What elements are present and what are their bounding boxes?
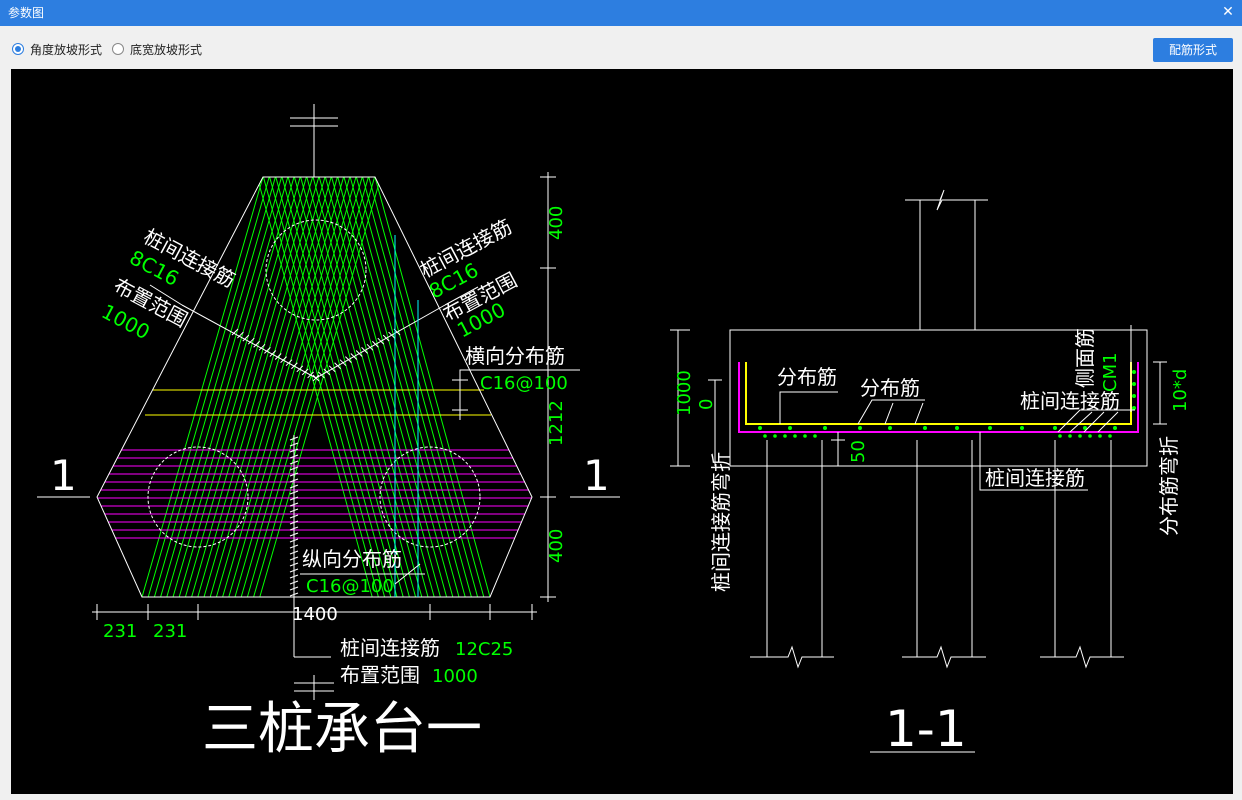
window-title: 参数图 [8, 6, 45, 20]
plan-title: 三桩承台一 [202, 697, 482, 762]
toolbar: 角度放坡形式 底宽放坡形式 配筋形式 [0, 26, 1242, 70]
rebar-dot [858, 426, 862, 430]
rebar-line [203, 177, 326, 597]
rebar-dot [1132, 406, 1136, 410]
rebar-line [331, 177, 448, 597]
rebar-line [324, 177, 441, 597]
rebar-line [222, 177, 345, 597]
close-icon[interactable]: ✕ [1220, 3, 1236, 21]
section-pile-link-label-2: 桩间连接筋 [985, 466, 1085, 490]
section-title: 1-1 [885, 700, 967, 758]
bottom-rebar-spec: 12C25 [455, 639, 513, 660]
rebar-dot [823, 426, 827, 430]
rebar-line [240, 177, 363, 597]
rebar-dot [1108, 434, 1112, 438]
rebar-line [318, 177, 435, 597]
radio-selected-icon[interactable] [12, 43, 24, 55]
radio-angle-slope-label: 角度放坡形式 [30, 42, 103, 57]
rebar-line [166, 177, 289, 597]
rebar-dot [788, 426, 792, 430]
section-side-rebar-label: 侧面筋 [1073, 328, 1097, 388]
bottom-range-name: 布置范围 [340, 663, 420, 687]
bottom-range-value: 1000 [432, 666, 478, 687]
section-mark-left: 1 [50, 451, 77, 500]
transverse-name: 横向分布筋 [465, 344, 565, 368]
radio-angle-slope[interactable]: 角度放坡形式 [12, 40, 102, 58]
rebar-dot [1078, 434, 1082, 438]
rebar-dot [773, 434, 777, 438]
rebar-dot [1132, 394, 1136, 398]
diagonal-rebar-bands [141, 177, 491, 597]
rebar-dot [1068, 434, 1072, 438]
section-dist-bend: 分布筋弯折 [1157, 436, 1181, 536]
rebar-line [184, 177, 307, 597]
rebar-dot [988, 426, 992, 430]
section-dist-label-1: 分布筋 [777, 365, 837, 389]
rebar-line [172, 177, 295, 597]
rebar-dot [1132, 382, 1136, 386]
rebar-line [306, 177, 423, 597]
rebar-dot [813, 434, 817, 438]
rebar-dot [763, 434, 767, 438]
section-dim-50: 50 [848, 440, 869, 463]
rebar-dot [803, 434, 807, 438]
column-stub-top [290, 104, 338, 177]
radio-bottom-width-slope[interactable]: 底宽放坡形式 [112, 40, 202, 58]
dim-1400: 1400 [292, 604, 338, 625]
rebar-line [209, 177, 332, 597]
rebar-dot [1058, 434, 1062, 438]
section-pile-link-bend: 桩间连接筋弯折 [709, 452, 733, 592]
section-dim-1000: 1000 [674, 370, 695, 416]
section-dim-0: 0 [696, 399, 717, 410]
section-dim-10d: 10*d [1170, 369, 1191, 412]
section-dist-label-2: 分布筋 [860, 376, 920, 400]
rebar-line [246, 177, 369, 597]
rebar-line [312, 177, 429, 597]
rebar-dot [1088, 434, 1092, 438]
rebar-dot [1113, 426, 1117, 430]
dim-bottom-400: 400 [546, 529, 567, 563]
rebar-form-button[interactable]: 配筋形式 [1153, 38, 1233, 62]
cad-drawing: 1 1 400 1212 400 231 231 1400 桩间连接筋 8C16… [37, 104, 1191, 762]
section-column [905, 189, 988, 330]
radio-bottom-width-slope-label: 底宽放坡形式 [130, 42, 203, 57]
rebar-dot [923, 426, 927, 430]
drawing-canvas: 1 1 400 1212 400 231 231 1400 桩间连接筋 8C16… [11, 69, 1233, 794]
dim-top-400: 400 [546, 206, 567, 240]
rebar-dot [758, 426, 762, 430]
dim-1212: 1212 [546, 400, 567, 446]
rebar-line [197, 177, 320, 597]
longitudinal-spec: C16@100 [306, 576, 394, 597]
section-side-rebar-spec: CM1 [1100, 352, 1121, 392]
rebar-dot [888, 426, 892, 430]
rebar-dot [783, 434, 787, 438]
section-mark-right: 1 [583, 451, 610, 500]
rebar-line [215, 177, 338, 597]
rebar-dot [1132, 370, 1136, 374]
dim-231-b: 231 [153, 621, 187, 642]
dim-231-a: 231 [103, 621, 137, 642]
rebar-line [228, 177, 351, 597]
rebar-dot [955, 426, 959, 430]
transverse-spec: C16@100 [480, 373, 568, 394]
rebar-line [259, 177, 382, 597]
rebar-dot [1053, 426, 1057, 430]
rebar-line [300, 177, 417, 597]
bottom-rebar-name: 桩间连接筋 [340, 636, 440, 660]
magenta-rebar-bars [97, 449, 532, 539]
radio-unselected-icon[interactable] [112, 43, 124, 55]
title-bar: 参数图 ✕ [0, 0, 1242, 26]
rebar-dot [1098, 434, 1102, 438]
longitudinal-name: 纵向分布筋 [302, 547, 402, 571]
rebar-dot [1020, 426, 1024, 430]
rebar-line [178, 177, 301, 597]
rebar-dot [793, 434, 797, 438]
